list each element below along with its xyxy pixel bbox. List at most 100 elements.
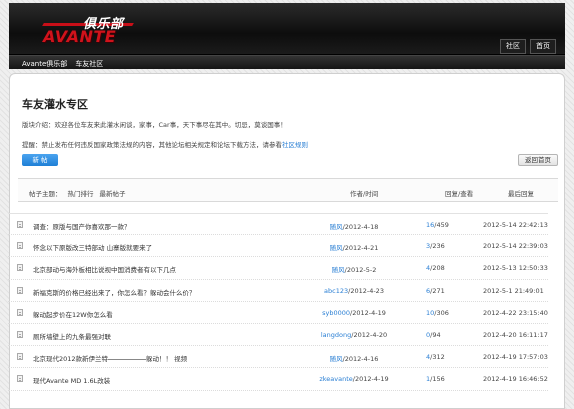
topic-stats: 3/236	[426, 242, 466, 250]
topic-author[interactable]: syb0000	[322, 309, 350, 317]
community-link[interactable]: 社区	[500, 39, 526, 54]
topic-title-prefix: 北京现代2012款新伊兰特	[33, 355, 109, 364]
table-row: 北京部动与海外板相比说视中国消费者有以下几点 随风/2012-5-2 4/208…	[8, 257, 548, 280]
topic-title[interactable]: 新福克斯的价格已经出来了，你怎么看？躲动会什么价？	[33, 287, 196, 297]
view-count: /459	[434, 221, 449, 229]
breadcrumb-community[interactable]: 车友社区	[75, 59, 103, 69]
avante-club-logo[interactable]: 俱乐部 AVANTE	[42, 13, 153, 46]
last-reply-time: 2012-5-13 12:50:33	[483, 264, 548, 273]
filter-hot[interactable]: 热门排行	[68, 188, 94, 198]
table-row: 现代Avante MD 1.6L改装 zkeavante/2012-4-19 1…	[8, 368, 548, 391]
topic-icon	[17, 286, 23, 294]
topic-author[interactable]: langdong	[321, 331, 351, 339]
topic-author[interactable]: zkeavante	[319, 375, 352, 383]
topic-stats: 4/312	[426, 353, 466, 361]
view-count: /208	[430, 264, 445, 273]
author-date: langdong/2012-4-20	[306, 331, 402, 339]
topic-title[interactable]: 现代Avante MD 1.6L改装	[33, 375, 110, 385]
top-links: 社区 首页	[500, 39, 556, 54]
topic-icon	[17, 221, 23, 228]
view-count: /312	[430, 353, 445, 362]
view-count: /94	[430, 330, 441, 339]
notice-text: 提醒：禁止发布任何违反国家政策法规的内容，其他论坛相关规定和论坛下载方法，请参看	[22, 141, 282, 149]
table-header: 帖子主题： 热门排行 最新帖子 作者/时间 回复/查看 最后回复	[18, 178, 558, 202]
last-reply-time: 2012-4-22 23:15:40	[483, 308, 548, 317]
topic-date: /2012-4-21	[342, 244, 379, 253]
back-home-button[interactable]: 返回首页	[518, 154, 558, 166]
last-reply-time: 2012-4-20 16:11:17	[483, 330, 548, 339]
site-header: 俱乐部 AVANTE 社区 首页	[9, 3, 565, 55]
home-link[interactable]: 首页	[530, 39, 556, 54]
topic-stats: 1/156	[426, 375, 466, 383]
topic-date: /2012-4-23	[348, 286, 384, 295]
rules-link[interactable]: 社区规则	[282, 141, 308, 149]
table-row: 北京现代2012款新伊兰特 躲动！！ 视频 随风/2012-4-16 4/312 …	[8, 346, 548, 369]
author-date: syb0000/2012-4-19	[306, 309, 402, 317]
last-reply-time: 2012-4-19 16:46:52	[483, 375, 548, 384]
topic-date: /2012-4-19	[350, 308, 386, 317]
last-reply-time: 2012-5-1 21:49:01	[483, 286, 544, 295]
topic-author[interactable]: 随风	[330, 355, 343, 363]
last-reply-time: 2012-4-19 17:57:03	[483, 353, 548, 362]
topic-title[interactable]: 怀念以下原版改三特部动 山寨版就要来了	[33, 242, 152, 252]
topic-stats: 16/459	[426, 221, 466, 229]
last-reply-time: 2012-5-14 22:39:03	[483, 242, 548, 251]
topic-icon	[17, 375, 23, 383]
topic-title-suffix: 躲动！！ 视频	[146, 355, 188, 364]
topic-icon	[17, 353, 23, 361]
table-row: 厕所墙壁上的九条最强对联 langdong/2012-4-20 0/94 201…	[8, 324, 548, 347]
table-row: 怀念以下原版改三特部动 山寨版就要来了 随风/2012-4-21 3/236 2…	[8, 235, 548, 258]
topic-list: 调查：原版与国产你喜欢那一款？ 随风/2012-4-18 16/459 2012…	[8, 213, 548, 391]
table-row: 躲动起步价在12W你怎么看 syb0000/2012-4-19 10/306 2…	[8, 302, 548, 324]
forum-intro: 版块介绍：欢迎各位车友来此灌水闲谈，家事，Car事，天下事尽在其中。切忌，莫谈国…	[22, 121, 287, 129]
topic-stats: 0/94	[426, 331, 466, 339]
topic-icon	[17, 330, 23, 338]
breadcrumb-club[interactable]: Avante俱乐部	[22, 59, 67, 69]
column-last-reply: 最后回复	[508, 190, 534, 198]
author-date: 随风/2012-4-16	[306, 353, 402, 363]
topic-title[interactable]: 北京部动与海外板相比说视中国消费者有以下几点	[33, 264, 176, 274]
topic-title[interactable]: 躲动起步价在12W你怎么看	[33, 309, 113, 319]
topic-title[interactable]: 厕所墙壁上的九条最强对联	[33, 331, 111, 341]
topic-stats: 10/306	[426, 309, 466, 317]
topic-filters: 帖子主题： 热门排行 最新帖子	[29, 188, 126, 198]
topic-stats: 4/208	[426, 264, 466, 272]
view-count: /306	[434, 308, 449, 317]
nav-bar: Avante俱乐部 车友社区	[9, 55, 565, 69]
author-date: 随风/2012-4-18	[306, 221, 402, 231]
topic-author[interactable]: 随风	[330, 244, 343, 252]
page-title: 车友灌水专区	[22, 98, 88, 111]
forum-notice: 提醒：禁止发布任何违反国家政策法规的内容，其他论坛相关规定和论坛下载方法，请参看…	[22, 139, 308, 149]
topic-stats: 6/271	[426, 287, 466, 295]
topic-label: 帖子主题：	[29, 190, 62, 198]
topic-date: /2012-4-16	[342, 355, 379, 364]
topic-title[interactable]: 调查：原版与国产你喜欢那一款？	[33, 221, 131, 231]
topic-date: /2012-4-18	[342, 223, 379, 231]
column-replies-views: 回复/查看	[445, 190, 474, 198]
filter-newest[interactable]: 最新帖子	[100, 188, 126, 198]
topic-date: /2012-4-20	[351, 330, 388, 339]
last-reply-time: 2012-5-14 22:42:13	[483, 221, 548, 229]
breadcrumb: Avante俱乐部 车友社区	[22, 59, 103, 69]
view-count: /156	[430, 375, 445, 384]
strikethrough-line	[108, 356, 147, 362]
table-row: 新福克斯的价格已经出来了，你怎么看？躲动会什么价？ abc123/2012-4-…	[8, 280, 548, 302]
topic-icon	[17, 264, 23, 272]
topic-author[interactable]: 随风	[330, 223, 343, 231]
view-count: /236	[430, 242, 445, 251]
topic-author[interactable]: abc123	[324, 287, 348, 295]
new-post-button[interactable]: 新 帖	[22, 154, 58, 166]
topic-date: /2012-5-2	[344, 266, 377, 275]
topic-date: /2012-4-19	[352, 375, 389, 384]
logo-english-text: AVANTE	[43, 27, 117, 46]
topic-icon	[17, 242, 23, 250]
table-row: 调查：原版与国产你喜欢那一款？ 随风/2012-4-18 16/459 2012…	[8, 213, 548, 236]
topic-title-with-strike[interactable]: 北京现代2012款新伊兰特 躲动！！ 视频	[33, 353, 187, 363]
topic-author[interactable]: 随风	[332, 266, 345, 274]
author-date: 随风/2012-5-2	[306, 264, 402, 274]
column-author-time: 作者/时间	[350, 190, 379, 198]
author-date: zkeavante/2012-4-19	[306, 375, 402, 383]
author-date: abc123/2012-4-23	[306, 287, 402, 295]
topic-icon	[17, 308, 23, 316]
author-date: 随风/2012-4-21	[306, 242, 402, 252]
